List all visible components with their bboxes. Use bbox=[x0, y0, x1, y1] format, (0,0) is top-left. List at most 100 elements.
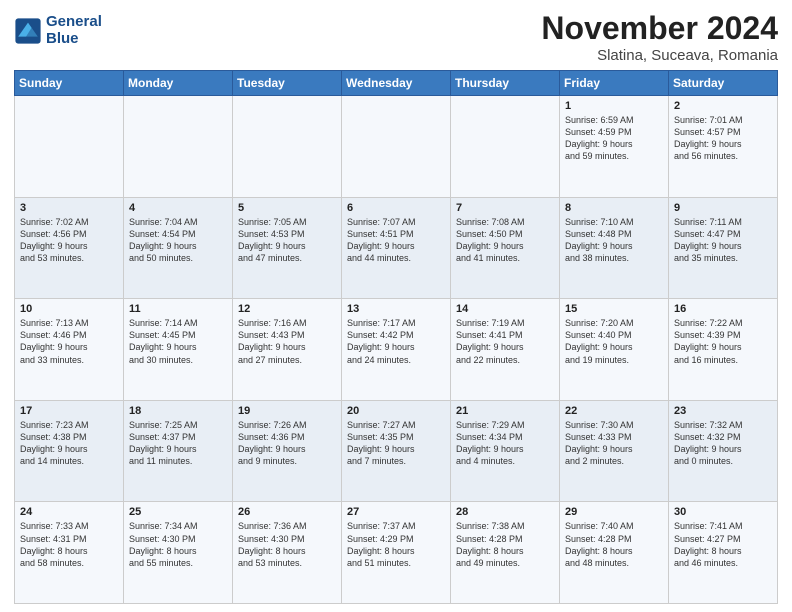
day-number: 25 bbox=[129, 506, 227, 518]
day-number: 30 bbox=[674, 506, 772, 518]
day-number: 13 bbox=[347, 303, 445, 315]
logo: General Blue bbox=[14, 14, 102, 47]
day-cell: 25 Sunrise: 7:34 AM Sunset: 4:30 PM Dayli… bbox=[124, 502, 233, 604]
day-cell: 6Sunrise: 7:07 AM Sunset: 4:51 PM Daylig… bbox=[342, 197, 451, 299]
day-number: 12 bbox=[238, 303, 336, 315]
day-number: 21 bbox=[456, 405, 554, 417]
logo-line2: Blue bbox=[46, 31, 102, 48]
day-cell: 27Sunrise: 7:37 AM Sunset: 4:29 PM Dayli… bbox=[342, 502, 451, 604]
day-cell: 16Sunrise: 7:22 AM Sunset: 4:39 PM Dayli… bbox=[669, 299, 778, 401]
day-info: Sunrise: 7:17 AM Sunset: 4:42 PM Dayligh… bbox=[347, 318, 416, 364]
day-number: 5 bbox=[238, 202, 336, 214]
header-cell-tuesday: Tuesday bbox=[233, 71, 342, 96]
calendar-table: SundayMondayTuesdayWednesdayThursdayFrid… bbox=[14, 70, 778, 604]
day-cell: 10 Sunrise: 7:13 AM Sunset: 4:46 PM Dayli… bbox=[15, 299, 124, 401]
page: General Blue November 2024 Slatina, Suce… bbox=[0, 0, 792, 612]
day-info: Sunrise: 7:01 AM Sunset: 4:57 PM Dayligh… bbox=[674, 115, 743, 161]
day-cell: 19 Sunrise: 7:26 AM Sunset: 4:36 PM Dayli… bbox=[233, 400, 342, 502]
day-number: 3 bbox=[20, 202, 118, 214]
day-info: Sunrise: 7:30 AM Sunset: 4:33 PM Dayligh… bbox=[565, 420, 634, 466]
logo-text: General Blue bbox=[46, 14, 102, 47]
day-cell bbox=[451, 96, 560, 198]
day-cell bbox=[124, 96, 233, 198]
day-cell: 12Sunrise: 7:16 AM Sunset: 4:43 PM Dayli… bbox=[233, 299, 342, 401]
day-info: Sunrise: 7:05 AM Sunset: 4:53 PM Dayligh… bbox=[238, 217, 307, 263]
day-info: Sunrise: 7:38 AM Sunset: 4:28 PM Dayligh… bbox=[456, 521, 525, 567]
day-info: Sunrise: 7:36 AM Sunset: 4:30 PM Dayligh… bbox=[238, 521, 307, 567]
day-cell: 8Sunrise: 7:10 AM Sunset: 4:48 PM Daylig… bbox=[560, 197, 669, 299]
day-info: Sunrise: 7:26 AM Sunset: 4:36 PM Dayligh… bbox=[238, 420, 307, 466]
day-info: Sunrise: 7:29 AM Sunset: 4:34 PM Dayligh… bbox=[456, 420, 525, 466]
day-cell: 5 Sunrise: 7:05 AM Sunset: 4:53 PM Daylig… bbox=[233, 197, 342, 299]
day-cell: 14 Sunrise: 7:19 AM Sunset: 4:41 PM Dayli… bbox=[451, 299, 560, 401]
day-number: 28 bbox=[456, 506, 554, 518]
day-cell bbox=[233, 96, 342, 198]
header: General Blue November 2024 Slatina, Suce… bbox=[14, 10, 778, 64]
day-number: 19 bbox=[238, 405, 336, 417]
day-number: 23 bbox=[674, 405, 772, 417]
day-cell: 20 Sunrise: 7:27 AM Sunset: 4:35 PM Dayli… bbox=[342, 400, 451, 502]
day-info: Sunrise: 7:41 AM Sunset: 4:27 PM Dayligh… bbox=[674, 521, 743, 567]
header-cell-friday: Friday bbox=[560, 71, 669, 96]
title-block: November 2024 Slatina, Suceava, Romania bbox=[541, 10, 778, 64]
day-info: Sunrise: 7:25 AM Sunset: 4:37 PM Dayligh… bbox=[129, 420, 198, 466]
week-row-3: 10 Sunrise: 7:13 AM Sunset: 4:46 PM Dayli… bbox=[15, 299, 778, 401]
day-cell: 15 Sunrise: 7:20 AM Sunset: 4:40 PM Dayli… bbox=[560, 299, 669, 401]
day-cell: 11Sunrise: 7:14 AM Sunset: 4:45 PM Dayli… bbox=[124, 299, 233, 401]
day-cell: 18 Sunrise: 7:25 AM Sunset: 4:37 PM Dayli… bbox=[124, 400, 233, 502]
day-number: 18 bbox=[129, 405, 227, 417]
day-cell: 3 Sunrise: 7:02 AM Sunset: 4:56 PM Daylig… bbox=[15, 197, 124, 299]
subtitle: Slatina, Suceava, Romania bbox=[541, 47, 778, 64]
day-info: Sunrise: 7:32 AM Sunset: 4:32 PM Dayligh… bbox=[674, 420, 743, 466]
header-cell-wednesday: Wednesday bbox=[342, 71, 451, 96]
day-number: 10 bbox=[20, 303, 118, 315]
day-info: Sunrise: 6:59 AM Sunset: 4:59 PM Dayligh… bbox=[565, 115, 634, 161]
day-cell: 9 Sunrise: 7:11 AM Sunset: 4:47 PM Daylig… bbox=[669, 197, 778, 299]
day-number: 22 bbox=[565, 405, 663, 417]
day-number: 6 bbox=[347, 202, 445, 214]
logo-icon bbox=[14, 17, 42, 45]
day-number: 2 bbox=[674, 100, 772, 112]
day-info: Sunrise: 7:22 AM Sunset: 4:39 PM Dayligh… bbox=[674, 318, 743, 364]
day-cell bbox=[15, 96, 124, 198]
day-cell: 7 Sunrise: 7:08 AM Sunset: 4:50 PM Daylig… bbox=[451, 197, 560, 299]
day-number: 24 bbox=[20, 506, 118, 518]
day-info: Sunrise: 7:14 AM Sunset: 4:45 PM Dayligh… bbox=[129, 318, 198, 364]
week-row-2: 3 Sunrise: 7:02 AM Sunset: 4:56 PM Daylig… bbox=[15, 197, 778, 299]
day-number: 20 bbox=[347, 405, 445, 417]
week-row-5: 24 Sunrise: 7:33 AM Sunset: 4:31 PM Dayli… bbox=[15, 502, 778, 604]
day-cell: 4 Sunrise: 7:04 AM Sunset: 4:54 PM Daylig… bbox=[124, 197, 233, 299]
day-info: Sunrise: 7:08 AM Sunset: 4:50 PM Dayligh… bbox=[456, 217, 525, 263]
day-info: Sunrise: 7:27 AM Sunset: 4:35 PM Dayligh… bbox=[347, 420, 416, 466]
day-info: Sunrise: 7:11 AM Sunset: 4:47 PM Dayligh… bbox=[674, 217, 742, 263]
day-info: Sunrise: 7:33 AM Sunset: 4:31 PM Dayligh… bbox=[20, 521, 89, 567]
day-info: Sunrise: 7:20 AM Sunset: 4:40 PM Dayligh… bbox=[565, 318, 634, 364]
day-number: 14 bbox=[456, 303, 554, 315]
day-info: Sunrise: 7:23 AM Sunset: 4:38 PM Dayligh… bbox=[20, 420, 89, 466]
day-number: 29 bbox=[565, 506, 663, 518]
header-cell-saturday: Saturday bbox=[669, 71, 778, 96]
header-row: SundayMondayTuesdayWednesdayThursdayFrid… bbox=[15, 71, 778, 96]
day-number: 7 bbox=[456, 202, 554, 214]
day-cell: 29 Sunrise: 7:40 AM Sunset: 4:28 PM Dayli… bbox=[560, 502, 669, 604]
day-cell: 30 Sunrise: 7:41 AM Sunset: 4:27 PM Dayli… bbox=[669, 502, 778, 604]
day-info: Sunrise: 7:13 AM Sunset: 4:46 PM Dayligh… bbox=[20, 318, 89, 364]
day-info: Sunrise: 7:34 AM Sunset: 4:30 PM Dayligh… bbox=[129, 521, 198, 567]
day-info: Sunrise: 7:37 AM Sunset: 4:29 PM Dayligh… bbox=[347, 521, 416, 567]
day-number: 8 bbox=[565, 202, 663, 214]
day-info: Sunrise: 7:40 AM Sunset: 4:28 PM Dayligh… bbox=[565, 521, 634, 567]
calendar-body: 1Sunrise: 6:59 AM Sunset: 4:59 PM Daylig… bbox=[15, 96, 778, 604]
day-number: 9 bbox=[674, 202, 772, 214]
day-number: 15 bbox=[565, 303, 663, 315]
day-info: Sunrise: 7:04 AM Sunset: 4:54 PM Dayligh… bbox=[129, 217, 198, 263]
day-number: 17 bbox=[20, 405, 118, 417]
logo-line1: General bbox=[46, 14, 102, 31]
day-info: Sunrise: 7:19 AM Sunset: 4:41 PM Dayligh… bbox=[456, 318, 525, 364]
main-title: November 2024 bbox=[541, 10, 778, 47]
day-cell: 23 Sunrise: 7:32 AM Sunset: 4:32 PM Dayli… bbox=[669, 400, 778, 502]
day-cell bbox=[342, 96, 451, 198]
day-number: 4 bbox=[129, 202, 227, 214]
calendar-header: SundayMondayTuesdayWednesdayThursdayFrid… bbox=[15, 71, 778, 96]
header-cell-monday: Monday bbox=[124, 71, 233, 96]
day-info: Sunrise: 7:02 AM Sunset: 4:56 PM Dayligh… bbox=[20, 217, 89, 263]
